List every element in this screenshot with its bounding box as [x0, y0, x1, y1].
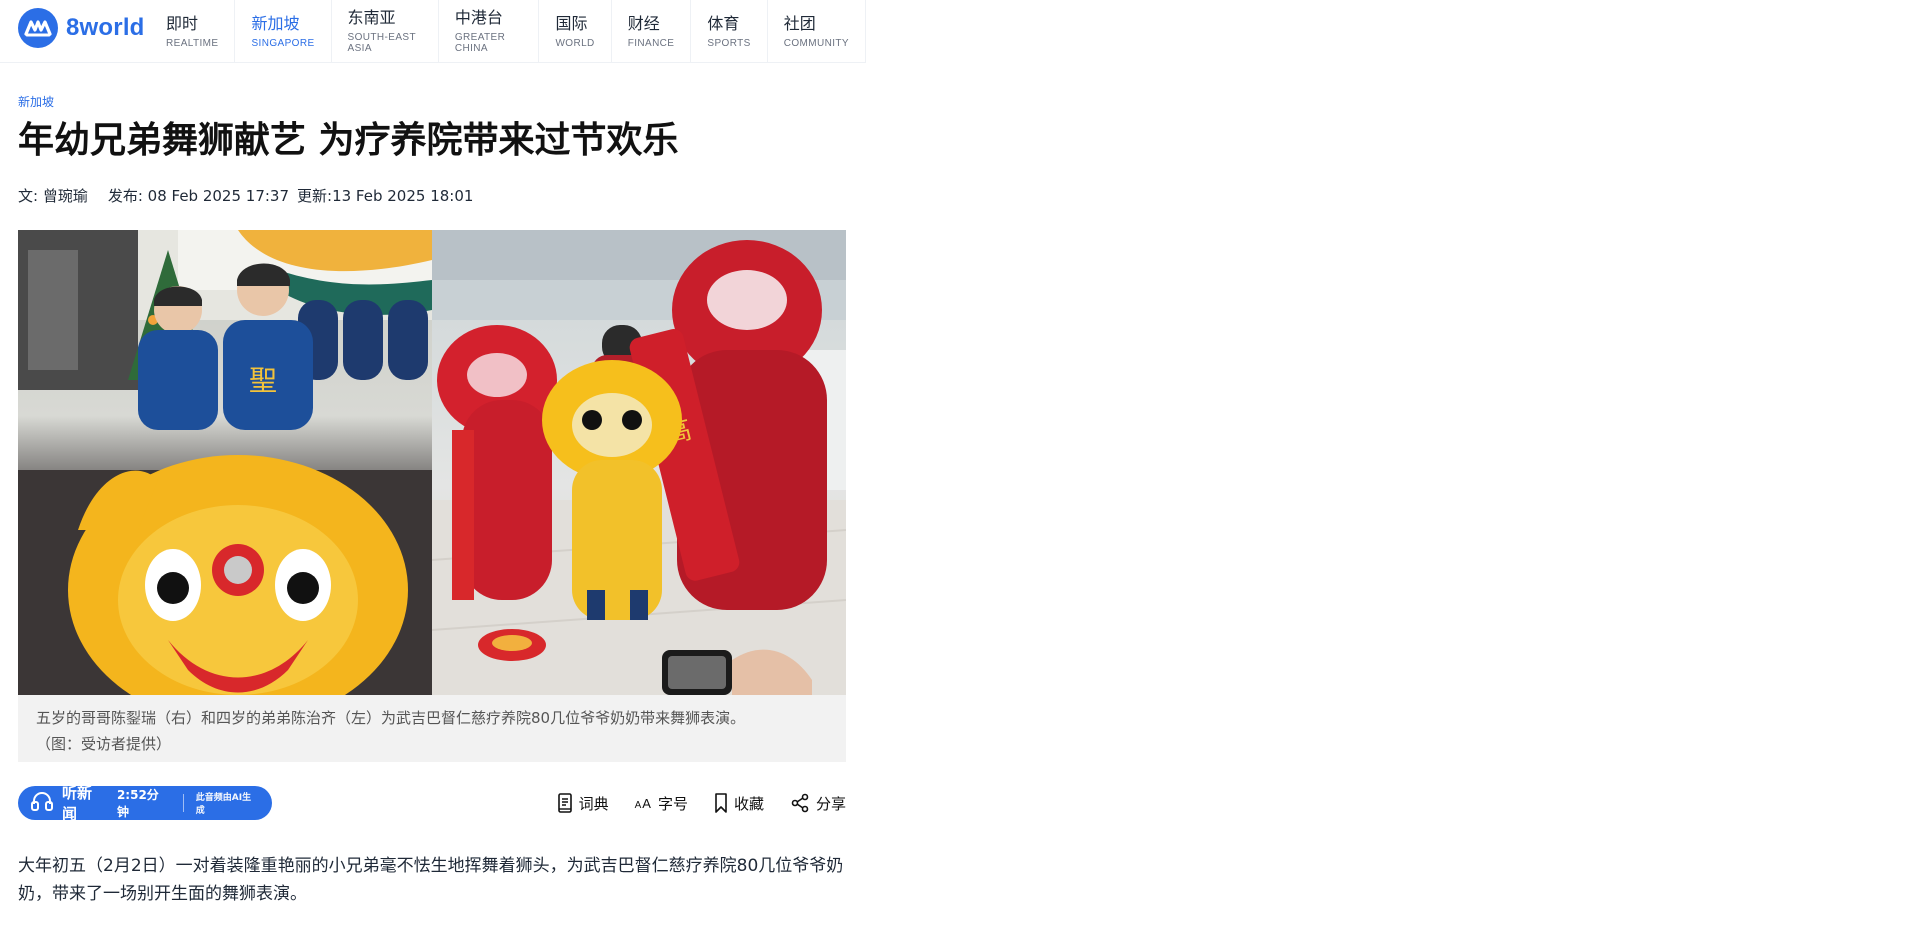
updated-date: 更新:13 Feb 2025 18:01 [297, 187, 474, 205]
share-button[interactable]: 分享 [790, 793, 846, 814]
bookmark-button[interactable]: 收藏 [714, 793, 764, 814]
share-label: 分享 [815, 794, 846, 813]
article-paragraph: 大年初五（2月2日）一对着装隆重艳丽的小兄弟毫不怯生地挥舞着狮头，为武吉巴督仁慈… [18, 856, 844, 904]
nav-label-zh: 中港台 [454, 8, 503, 27]
font-size-icon-large-a: A [642, 795, 652, 811]
nav-realtime[interactable]: 即时 REALTIME [150, 0, 236, 62]
nav-label-en: SINGAPORE [251, 37, 315, 49]
photo-brothers-with-lion-head: 聖 [18, 230, 432, 695]
nav-label-zh: 即时 [166, 13, 199, 33]
bookmark-icon [714, 793, 728, 813]
site-logo[interactable]: 8world [18, 8, 145, 48]
article-page: 8world 即时 REALTIME 新加坡 SINGAPORE 东南亚 SOU… [0, 0, 1914, 935]
nav-label-zh: 社团 [783, 13, 816, 33]
nav-label-en: WORLD [555, 37, 595, 49]
article-dates: 发布: 08 Feb 2025 17:37 更新:13 Feb 2025 18:… [108, 185, 474, 206]
book-icon [557, 793, 573, 813]
published-date: 发布: 08 Feb 2025 17:37 [107, 187, 290, 205]
article-author: 文: 曾琬瑜 [18, 187, 88, 205]
caption-line-2: （图：受访者提供） [36, 735, 172, 753]
article-category[interactable]: 新加坡 [18, 93, 54, 110]
brand-name: 8world [66, 14, 145, 41]
nav-world[interactable]: 国际 WORLD [539, 0, 612, 62]
nav-singapore[interactable]: 新加坡 SINGAPORE [235, 0, 332, 62]
font-size-label: 字号 [657, 794, 688, 813]
hero-image: 聖 [18, 230, 846, 695]
nav-label-zh: 体育 [707, 13, 740, 33]
site-header: 8world 即时 REALTIME 新加坡 SINGAPORE 东南亚 SOU… [0, 0, 866, 63]
dictionary-label: 词典 [578, 794, 609, 813]
nav-south-east-asia[interactable]: 东南亚 SOUTH-EAST ASIA [332, 0, 439, 62]
listen-label: 听新闻 [62, 784, 93, 823]
article-toolbar: 词典 AA 字号 收藏 分享 [557, 786, 846, 820]
caption-line-1: 五岁的哥哥陈銐瑞（右）和四岁的弟弟陈治齐（左）为武吉巴督仁慈疗养院80几位爷爷奶… [36, 709, 746, 727]
nav-label-zh: 财经 [627, 13, 660, 33]
svg-text:聖: 聖 [249, 364, 277, 397]
nav-label-en: SPORTS [707, 37, 751, 49]
nav-label-zh: 东南亚 [347, 8, 396, 27]
headphones-icon [30, 790, 54, 816]
listen-divider [182, 794, 184, 812]
nav-community[interactable]: 社团 COMMUNITY [768, 0, 866, 62]
nav-label-en: SOUTH-EAST ASIA [347, 32, 416, 54]
bookmark-label: 收藏 [733, 794, 764, 813]
share-icon [790, 793, 810, 813]
article-title: 年幼兄弟舞狮献艺 为疗养院带来过节欢乐 [18, 120, 679, 161]
nav-sports[interactable]: 体育 SPORTS [691, 0, 768, 62]
photo-lion-dance-performance: 高 [432, 230, 846, 695]
nav-finance[interactable]: 财经 FINANCE [612, 0, 692, 62]
nav-label-en: GREATER CHINA [454, 32, 506, 54]
nav-label-en: REALTIME [166, 37, 219, 49]
font-size-icon: AA [635, 796, 652, 811]
image-caption: 五岁的哥哥陈銐瑞（右）和四岁的弟弟陈治齐（左）为武吉巴督仁慈疗养院80几位爷爷奶… [18, 695, 846, 762]
article-meta: 文: 曾琬瑜 发布: 08 Feb 2025 17:37 更新:13 Feb 2… [18, 185, 473, 206]
nav-label-en: FINANCE [627, 37, 675, 49]
nav-greater-china[interactable]: 中港台 GREATER CHINA [439, 0, 540, 62]
font-size-button[interactable]: AA 字号 [635, 793, 688, 814]
ai-generated-note: 此音频由AI生成 [195, 793, 252, 816]
listen-duration: 2:52分钟 [116, 788, 159, 819]
nav-label-en: COMMUNITY [783, 37, 849, 49]
nav-label-zh: 国际 [555, 13, 588, 33]
main-nav: 即时 REALTIME 新加坡 SINGAPORE 东南亚 SOUTH-EAST… [150, 0, 866, 62]
nav-label-zh: 新加坡 [251, 13, 300, 33]
listen-news-button[interactable]: 听新闻 2:52分钟 此音频由AI生成 [18, 784, 272, 823]
dictionary-button[interactable]: 词典 [557, 793, 609, 814]
brand-logo-icon [18, 8, 58, 48]
